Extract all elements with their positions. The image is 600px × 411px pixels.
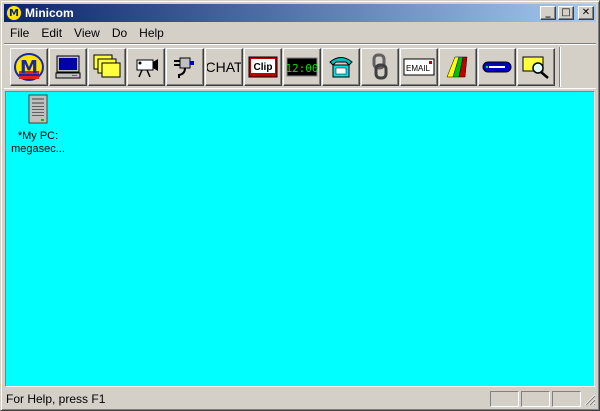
svg-text:12:00: 12:00 [286, 62, 318, 75]
toolbar: M CHAT Clip 12:00 EMAIL [4, 43, 596, 89]
toolbar-button-chat[interactable]: CHAT [205, 48, 243, 86]
toolbar-button-link[interactable] [361, 48, 399, 86]
status-text: For Help, press F1 [6, 392, 106, 406]
status-pane-2 [521, 391, 550, 407]
toolbar-button-modem[interactable] [478, 48, 516, 86]
menu-do[interactable]: Do [106, 26, 133, 40]
app-icon[interactable]: M [6, 5, 22, 21]
menu-edit[interactable]: Edit [35, 26, 68, 40]
toolbar-button-phone[interactable] [322, 48, 360, 86]
chain-link-icon [372, 53, 388, 80]
resize-grip-icon[interactable] [583, 393, 596, 406]
toolbar-button-email[interactable]: EMAIL [400, 48, 438, 86]
minicom-logo-icon: M [14, 53, 44, 81]
computer-tower-icon [28, 94, 48, 124]
phone-icon [329, 57, 353, 78]
menu-view[interactable]: View [68, 26, 106, 40]
menu-help[interactable]: Help [133, 26, 170, 40]
minicom-window: M Minicom _ □ ✕ File Edit View Do Help M [0, 0, 600, 411]
modem-icon [482, 61, 512, 73]
close-button[interactable]: ✕ [578, 6, 594, 20]
toolbar-button-clock[interactable]: 12:00 [283, 48, 321, 86]
minimize-button[interactable]: _ [540, 6, 556, 20]
clip-icon: Clip [248, 56, 278, 78]
folders-icon [93, 54, 121, 78]
menu-file[interactable]: File [4, 26, 35, 40]
toolbar-button-clip[interactable]: Clip [244, 48, 282, 86]
toolbar-button-minicom[interactable]: M [10, 48, 48, 86]
chat-icon: CHAT [207, 59, 241, 75]
monitor-icon [55, 55, 81, 79]
toolbar-button-search[interactable] [517, 48, 555, 86]
device-label: *My PC: megasec... [11, 130, 65, 155]
status-pane-1 [490, 391, 519, 407]
device-item[interactable]: *My PC: megasec... [8, 94, 68, 156]
device-view[interactable]: *My PC: megasec... [5, 91, 595, 387]
clock-icon: 12:00 [286, 57, 318, 77]
svg-text:EMAIL: EMAIL [406, 64, 431, 73]
toolbar-button-camera[interactable] [127, 48, 165, 86]
svg-text:Clip: Clip [254, 62, 273, 73]
folder-search-icon [522, 56, 549, 79]
paint-icon [446, 56, 468, 78]
toolbar-button-folders[interactable] [88, 48, 126, 86]
menu-bar: File Edit View Do Help [4, 23, 170, 42]
status-pane-3 [552, 391, 581, 407]
toolbar-button-monitor[interactable] [49, 48, 87, 86]
toolbar-button-paint[interactable] [439, 48, 477, 86]
plug-icon [174, 57, 194, 78]
window-title: Minicom [25, 6, 74, 20]
toolbar-separator [559, 47, 561, 87]
svg-text:M: M [20, 57, 38, 78]
email-icon: EMAIL [403, 58, 435, 76]
svg-text:CHAT: CHAT [207, 59, 241, 75]
video-camera-icon [136, 59, 158, 78]
maximize-button[interactable]: □ [558, 6, 574, 20]
status-bar: For Help, press F1 [4, 390, 596, 408]
title-bar[interactable]: M Minicom _ □ ✕ [4, 4, 596, 22]
toolbar-button-plug[interactable] [166, 48, 204, 86]
